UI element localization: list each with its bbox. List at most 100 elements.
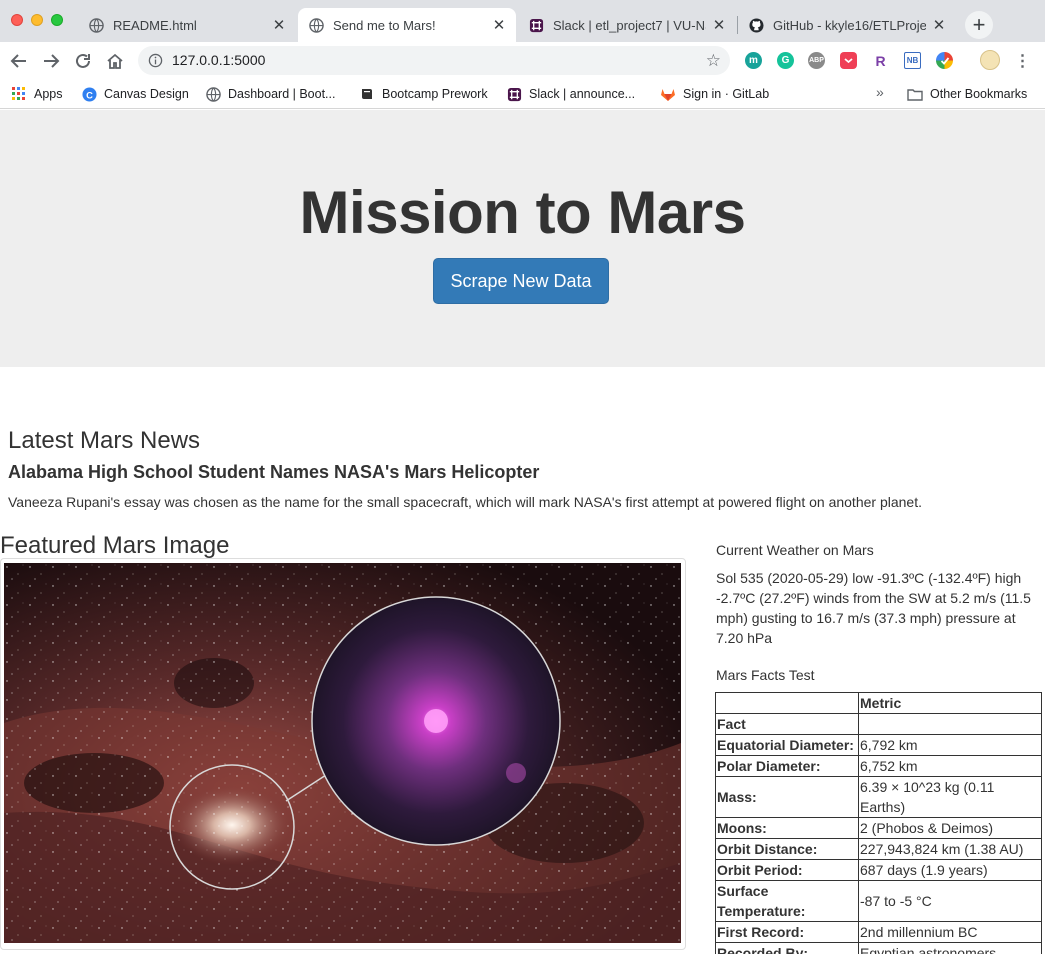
globe-icon xyxy=(88,17,104,33)
table-row: Moons: 2 (Phobos & Deimos) xyxy=(715,817,1042,839)
tab-title: Slack | etl_project7 | VU-NS xyxy=(553,17,706,33)
browser-menu-icon[interactable]: ⋮ xyxy=(1014,52,1031,70)
back-button[interactable] xyxy=(6,48,32,74)
table-row: Equatorial Diameter: 6,792 km xyxy=(715,734,1042,756)
table-row: Orbit Period: 687 days (1.9 years) xyxy=(715,859,1042,881)
fact-value: 6,752 km xyxy=(858,755,1042,777)
table-row: Mass: 6.39 × 10^23 kg (0.11 Earths) xyxy=(715,776,1042,818)
page-title: Mission to Mars xyxy=(299,179,746,246)
browser-toolbar: 127.0.0.1:5000 ☆ m G ABP R NB ⋮ xyxy=(0,42,1045,79)
extension-m-icon[interactable]: m xyxy=(745,52,762,69)
bookmark-label: Slack | announce... xyxy=(529,87,636,101)
table-index-row: Fact xyxy=(715,713,1042,735)
bookmark-label: Dashboard | Boot... xyxy=(228,87,336,101)
table-row: Polar Diameter: 6,752 km xyxy=(715,755,1042,777)
bookmark-label: Bootcamp Prework xyxy=(382,87,488,101)
close-tab-icon[interactable]: ✕ xyxy=(712,16,726,34)
github-icon xyxy=(748,17,764,33)
bookmark-label: Apps xyxy=(34,87,63,101)
jumbotron: Mission to Mars Scrape New Data xyxy=(0,110,1045,367)
bookmark-dashboard[interactable]: Dashboard | Boot... xyxy=(205,84,335,104)
tab-send-me-to-mars[interactable]: Send me to Mars! ✕ xyxy=(298,8,516,42)
bookmark-label: Other Bookmarks xyxy=(930,87,1028,101)
apps-grid-icon xyxy=(11,86,27,102)
featured-mars-image[interactable] xyxy=(4,563,681,943)
new-tab-button[interactable]: + xyxy=(965,11,993,39)
forward-arrow-icon xyxy=(44,54,60,68)
bookmark-star-icon[interactable]: ☆ xyxy=(706,51,721,71)
news-title: Alabama High School Student Names NASA's… xyxy=(8,462,540,482)
bookmark-label: Sign in · GitLab xyxy=(683,87,770,101)
extension-check-icon[interactable] xyxy=(936,52,953,69)
globe-icon xyxy=(205,86,221,102)
bookmarks-bar: Apps C Canvas Design Dashboard | Boot...… xyxy=(0,79,1045,109)
bookmark-other-bookmarks[interactable]: Other Bookmarks xyxy=(907,84,1027,104)
table-index-blank xyxy=(858,713,1042,735)
facts-heading: Mars Facts Test xyxy=(716,667,815,683)
close-tab-icon[interactable]: ✕ xyxy=(492,16,506,34)
book-icon xyxy=(359,86,375,102)
fact-value: 6,792 km xyxy=(858,734,1042,756)
fact-value: 6.39 × 10^23 kg (0.11 Earths) xyxy=(858,776,1042,818)
fact-key: First Record: xyxy=(715,921,859,943)
home-button[interactable] xyxy=(102,48,128,74)
home-icon xyxy=(107,53,123,69)
fact-key: Recorded By: xyxy=(715,942,859,954)
slack-icon xyxy=(528,17,544,33)
fact-key: Equatorial Diameter: xyxy=(715,734,859,756)
minimize-window-button[interactable] xyxy=(31,14,43,26)
bookmark-gitlab[interactable]: Sign in · GitLab xyxy=(660,84,769,104)
svg-text:C: C xyxy=(86,90,93,100)
more-bookmarks-chevron-icon[interactable]: » xyxy=(876,84,884,100)
info-icon[interactable] xyxy=(148,53,163,68)
table-row: Recorded By: Egyptian astronomers xyxy=(715,942,1042,954)
bookmark-apps[interactable]: Apps xyxy=(11,84,63,104)
globe-icon xyxy=(308,17,324,33)
reload-icon xyxy=(76,53,90,68)
bookmark-bootcamp-prework[interactable]: Bootcamp Prework xyxy=(359,84,488,104)
scrape-new-data-button[interactable]: Scrape New Data xyxy=(433,258,609,304)
forward-button[interactable] xyxy=(38,48,64,74)
weather-text: Sol 535 (2020-05-29) low -91.3ºC (-132.4… xyxy=(716,570,1031,646)
tab-strip: README.html ✕ Send me to Mars! ✕ Slack |… xyxy=(0,0,1045,42)
close-tab-icon[interactable]: ✕ xyxy=(272,16,286,34)
reload-button[interactable] xyxy=(70,48,96,74)
table-index-label: Fact xyxy=(715,713,859,735)
table-header-metric: Metric xyxy=(858,692,1042,714)
close-window-button[interactable] xyxy=(11,14,23,26)
canvas-icon: C xyxy=(81,86,97,102)
tab-readme[interactable]: README.html ✕ xyxy=(78,8,296,42)
zoom-window-button[interactable] xyxy=(51,14,63,26)
tab-title: README.html xyxy=(113,17,197,33)
grammarly-icon[interactable]: G xyxy=(777,52,794,69)
profile-avatar-icon[interactable] xyxy=(980,50,1000,70)
url-text[interactable]: 127.0.0.1:5000 xyxy=(172,52,265,68)
extension-nb-icon[interactable]: NB xyxy=(904,52,921,69)
bookmark-label: Canvas Design xyxy=(104,87,189,101)
tab-title: Send me to Mars! xyxy=(333,17,436,33)
table-row: Surface Temperature: -87 to -5 °C xyxy=(715,880,1042,922)
table-header-row: Metric xyxy=(715,692,1042,714)
close-tab-icon[interactable]: ✕ xyxy=(932,16,946,34)
adblock-plus-icon[interactable]: ABP xyxy=(808,52,825,69)
fact-key: Polar Diameter: xyxy=(715,755,859,777)
pocket-icon[interactable] xyxy=(840,52,857,69)
back-arrow-icon xyxy=(10,54,26,68)
tab-slack[interactable]: Slack | etl_project7 | VU-NS ✕ xyxy=(518,8,736,42)
fact-key: Surface Temperature: xyxy=(715,880,859,922)
folder-icon xyxy=(907,86,923,102)
gitlab-icon xyxy=(660,86,676,102)
table-row: Orbit Distance: 227,943,824 km (1.38 AU) xyxy=(715,838,1042,860)
address-bar[interactable]: 127.0.0.1:5000 ☆ xyxy=(138,46,730,75)
fact-key: Mass: xyxy=(715,776,859,818)
bookmark-canvas-design[interactable]: C Canvas Design xyxy=(81,84,189,104)
table-header-blank xyxy=(715,692,859,714)
weather-heading: Current Weather on Mars xyxy=(716,542,874,558)
featured-image-heading: Featured Mars Image xyxy=(0,532,230,559)
extension-r-icon[interactable]: R xyxy=(872,52,889,69)
fact-value: Egyptian astronomers xyxy=(858,942,1042,954)
bookmark-slack[interactable]: Slack | announce... xyxy=(506,84,635,104)
tab-github[interactable]: GitHub - kkyle16/ETLProjec ✕ xyxy=(738,8,956,42)
fact-value: 2 (Phobos & Deimos) xyxy=(858,817,1042,839)
table-row: First Record: 2nd millennium BC xyxy=(715,921,1042,943)
